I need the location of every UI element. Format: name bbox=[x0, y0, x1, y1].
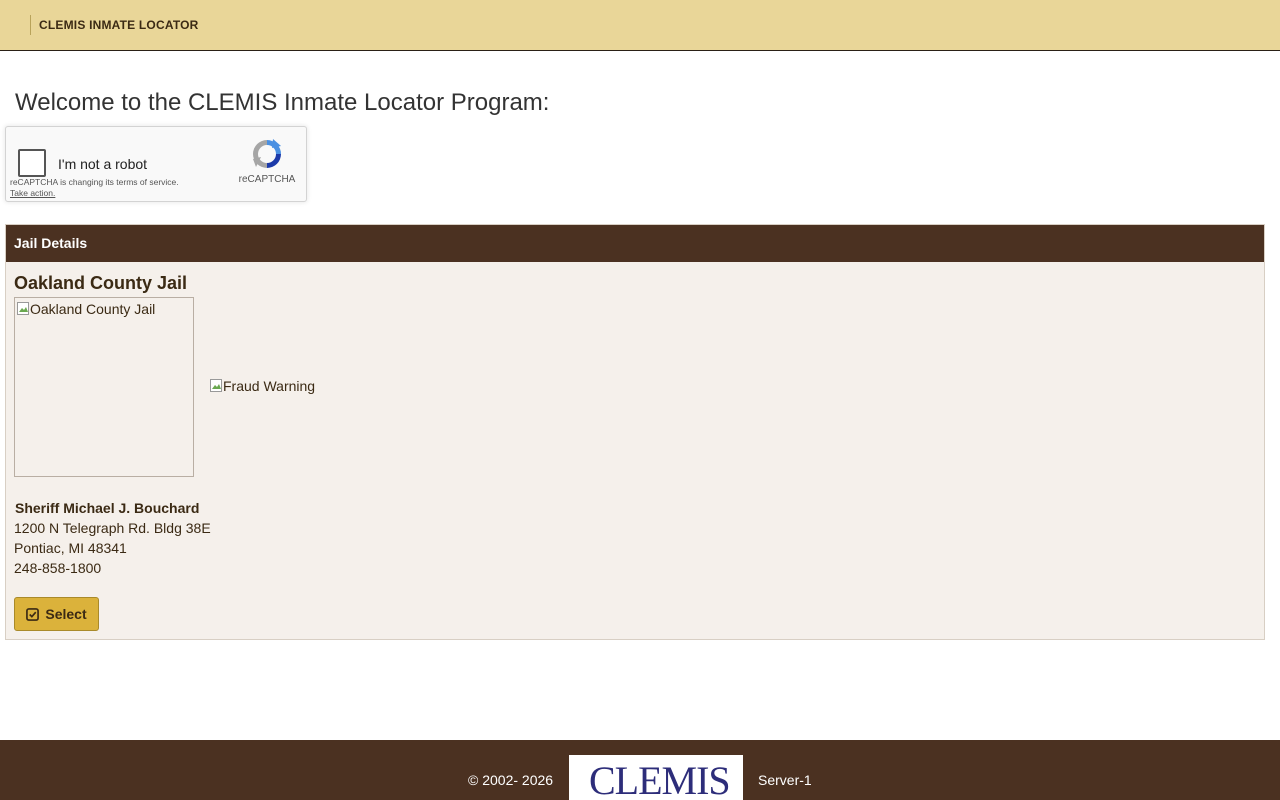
footer: © 2002- 2026 CLEMIS Server-1 bbox=[0, 740, 1280, 800]
page-title: Welcome to the CLEMIS Inmate Locator Pro… bbox=[15, 89, 550, 116]
clemis-logo: CLEMIS bbox=[569, 755, 743, 800]
select-button-label: Select bbox=[45, 606, 87, 622]
recaptcha-logo-icon bbox=[253, 139, 281, 168]
recaptcha-checkbox[interactable] bbox=[18, 149, 46, 177]
broken-image-icon bbox=[210, 379, 222, 392]
recaptcha-take-action-link[interactable]: Take action. bbox=[10, 188, 55, 198]
sheriff-name: Sheriff Michael J. Bouchard bbox=[15, 500, 200, 516]
address-line-1: 1200 N Telegraph Rd. Bldg 38E bbox=[14, 520, 211, 536]
recaptcha-terms-text: reCAPTCHA is changing its terms of servi… bbox=[10, 177, 179, 187]
check-square-icon bbox=[26, 607, 40, 621]
recaptcha-label: I'm not a robot bbox=[58, 156, 148, 172]
recaptcha-widget: I'm not a robot reCAPTCHA is changing it… bbox=[5, 126, 307, 202]
jail-image-alt: Oakland County Jail bbox=[30, 301, 156, 317]
phone-number: 248-858-1800 bbox=[14, 560, 102, 576]
top-navbar: CLEMIS INMATE LOCATOR bbox=[0, 0, 1280, 51]
brand-link[interactable]: CLEMIS INMATE LOCATOR bbox=[30, 15, 199, 35]
copyright: © 2002- 2026 bbox=[468, 772, 554, 788]
panel-heading: Jail Details bbox=[6, 225, 1264, 262]
clemis-logo-text: CLEMIS bbox=[589, 758, 731, 800]
server-label: Server-1 bbox=[758, 772, 812, 788]
jail-image: Oakland County Jail bbox=[14, 297, 194, 477]
jail-name: Oakland County Jail bbox=[14, 273, 188, 293]
address-line-2: Pontiac, MI 48341 bbox=[14, 540, 127, 556]
fraud-warning-image: Fraud Warning bbox=[210, 378, 315, 394]
select-button[interactable]: Select bbox=[14, 597, 99, 631]
broken-image-icon bbox=[17, 302, 29, 315]
fraud-warning-alt: Fraud Warning bbox=[223, 378, 316, 394]
jail-details-panel: Jail Details Oakland County Jail Oakland… bbox=[5, 224, 1265, 640]
recaptcha-brand: reCAPTCHA bbox=[238, 174, 296, 185]
